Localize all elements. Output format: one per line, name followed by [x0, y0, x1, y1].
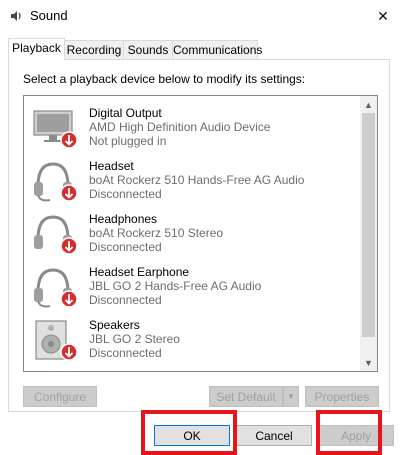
list-item[interactable]: Headset Earphone JBL GO 2 Hands-Free AG … — [24, 260, 360, 313]
device-name: Digital Output — [89, 106, 162, 120]
tab-strip: Playback Recording Sounds Communications — [8, 38, 388, 60]
tab-communications[interactable]: Communications — [172, 40, 262, 59]
device-status: Not plugged in — [89, 134, 167, 148]
device-list[interactable]: Digital Output AMD High Definition Audio… — [23, 95, 378, 372]
device-status: Disconnected — [89, 240, 162, 254]
cancel-button[interactable]: Cancel — [236, 425, 312, 446]
device-description: JBL GO 2 Hands-Free AG Audio — [89, 279, 262, 293]
device-name: Headset — [89, 159, 134, 173]
ok-button[interactable]: OK — [154, 425, 230, 446]
device-name: Headset Earphone — [89, 265, 190, 279]
chevron-down-icon[interactable]: ▼ — [360, 354, 377, 371]
device-status: Disconnected — [89, 187, 162, 201]
device-name: Speakers — [89, 318, 140, 332]
device-name: Headphones — [89, 212, 158, 226]
tab-sounds[interactable]: Sounds — [123, 40, 173, 59]
device-description: JBL GO 2 Stereo — [89, 332, 180, 346]
list-item[interactable]: Speakers JBL GO 2 Stereo Disconnected — [24, 313, 360, 366]
playback-panel: Select a playback device below to modify… — [8, 59, 390, 412]
instruction-text: Select a playback device below to modify… — [23, 72, 306, 86]
title-bar[interactable]: Sound ✕ — [0, 0, 400, 32]
configure-button[interactable]: Configure — [23, 386, 97, 407]
vertical-scrollbar[interactable]: ▲ ▼ — [360, 96, 377, 371]
device-description: AMD High Definition Audio Device — [89, 120, 271, 134]
apply-button[interactable]: Apply — [318, 425, 394, 446]
chevron-up-icon[interactable]: ▲ — [360, 96, 377, 113]
speaker-icon — [30, 317, 80, 363]
headphones-icon — [30, 211, 80, 257]
device-description: boAt Rockerz 510 Hands-Free AG Audio — [89, 173, 305, 187]
chevron-down-icon[interactable]: ▼ — [283, 386, 299, 407]
set-default-button[interactable]: Set Default — [209, 386, 283, 407]
headset-icon — [30, 158, 80, 204]
window-title: Sound — [30, 8, 68, 23]
tab-playback[interactable]: Playback — [8, 38, 65, 60]
monitor-icon — [30, 105, 80, 151]
speaker-icon — [9, 9, 23, 23]
scrollbar-thumb[interactable] — [362, 113, 375, 337]
list-item[interactable]: Digital Output AMD High Definition Audio… — [24, 101, 360, 154]
list-item[interactable]: Headphones boAt Rockerz 510 Stereo Disco… — [24, 207, 360, 260]
sound-dialog: Sound ✕ Playback Recording Sounds Commun… — [0, 0, 400, 455]
device-status: Disconnected — [89, 346, 162, 360]
device-status: Disconnected — [89, 293, 162, 307]
headset-icon — [30, 264, 80, 310]
device-description: boAt Rockerz 510 Stereo — [89, 226, 224, 240]
close-icon: ✕ — [377, 7, 389, 24]
close-button[interactable]: ✕ — [368, 2, 398, 30]
properties-button[interactable]: Properties — [305, 386, 379, 407]
list-item[interactable]: Headset boAt Rockerz 510 Hands-Free AG A… — [24, 154, 360, 207]
tab-recording[interactable]: Recording — [64, 40, 124, 59]
